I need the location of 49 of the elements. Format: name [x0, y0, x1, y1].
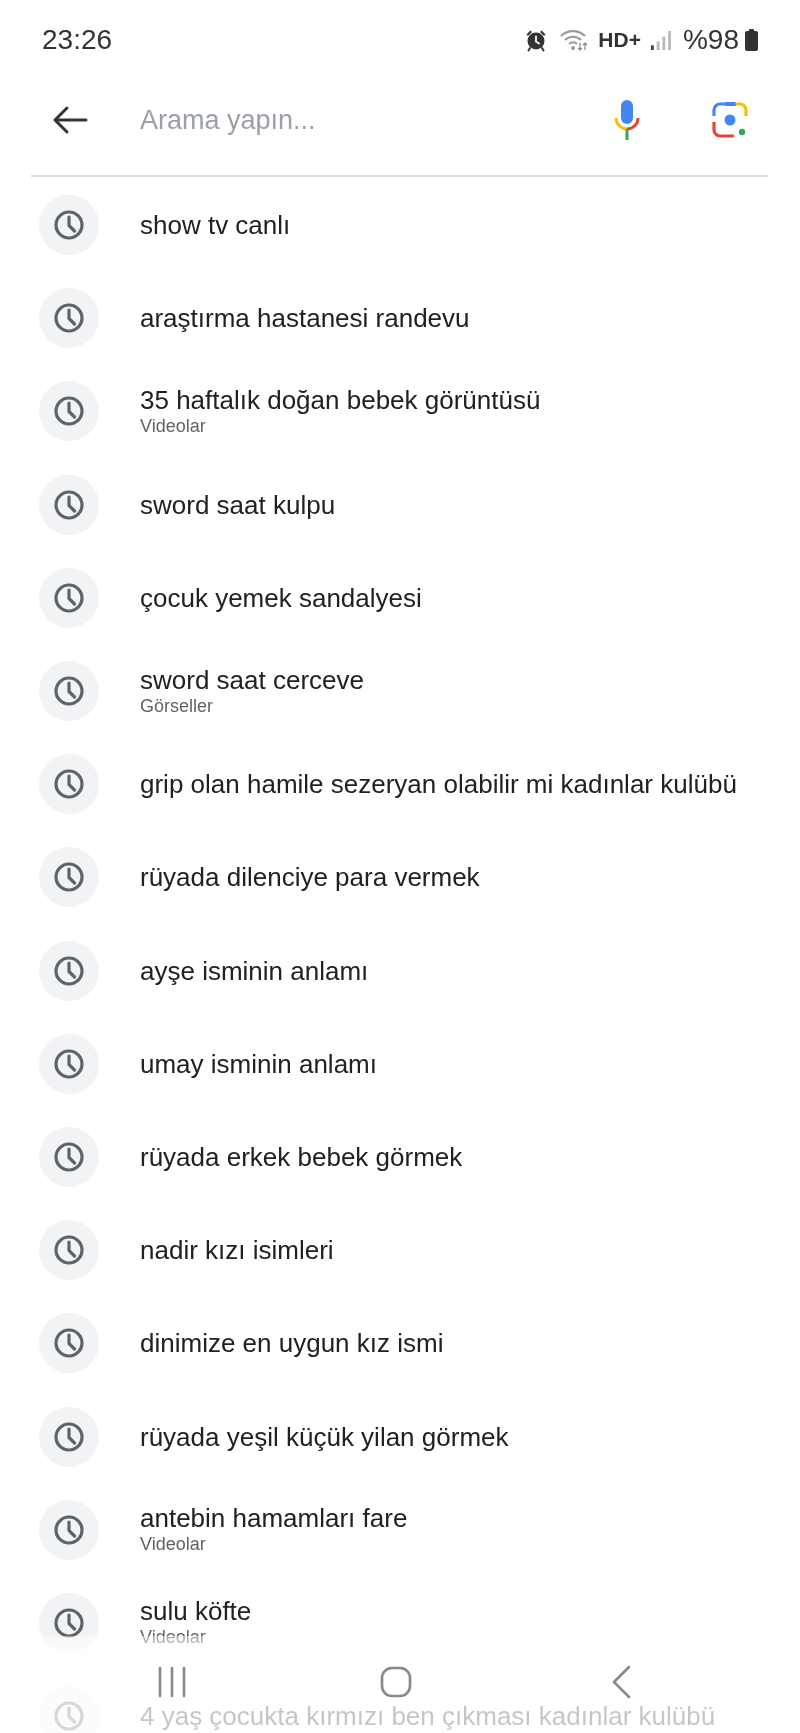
search-field[interactable]: Arama yapın... [140, 100, 590, 140]
search-history-entry[interactable]: ayşe isminin anlamı [140, 955, 369, 986]
clock-time: 23:26 [42, 24, 113, 56]
clock-icon [39, 661, 99, 722]
alarm-clock-icon [524, 28, 549, 52]
clock-icon [39, 1499, 99, 1560]
wifi-icon [560, 29, 589, 51]
search-history-entry[interactable]: antebin hamamları fare [140, 1503, 408, 1534]
search-history-entry[interactable]: dinimize en uygun kız ismi [140, 1328, 444, 1359]
search-history-entry[interactable]: sulu köfte [140, 1596, 252, 1627]
search-history-entry[interactable]: nadir kızı isimleri [140, 1235, 334, 1266]
clock-icon [39, 1313, 99, 1374]
search-history-entry[interactable]: rüyada erkek bebek görmek [140, 1141, 463, 1172]
camera-search-icon[interactable] [712, 102, 748, 138]
hd-voice-indicator: HD+ [598, 28, 641, 52]
search-history-entry[interactable]: umay isminin anlamı [140, 1048, 377, 1079]
result-category: Videolar [140, 1626, 207, 1650]
back-chevron-icon[interactable] [611, 1665, 631, 1699]
clock-icon [39, 1406, 99, 1467]
search-history-entry[interactable]: sword saat cerceve [140, 664, 364, 695]
clock-icon [39, 940, 99, 1001]
search-history-entry[interactable]: grip olan hamile sezeryan olabilir mi kadınlar kulübü [140, 769, 737, 800]
result-category: Videolar [140, 414, 207, 438]
clock-icon [39, 288, 99, 349]
clock-icon [39, 1033, 99, 1094]
search-history-entry[interactable]: rüyada dilenciye para vermek [140, 862, 480, 893]
home-icon[interactable] [380, 1666, 412, 1698]
clock-icon [39, 1126, 99, 1187]
battery-icon [745, 29, 758, 51]
clock-icon [39, 195, 99, 256]
recent-apps-icon[interactable] [157, 1666, 187, 1698]
clock-icon [39, 1220, 99, 1281]
microphone-icon[interactable] [614, 100, 640, 140]
search-history-entry[interactable]: çocuk yemek sandalyesi [140, 582, 422, 613]
clock-icon [39, 847, 99, 908]
search-history-entry[interactable]: rüyada yeşil küçük yilan görmek [140, 1421, 509, 1452]
clock-icon [39, 381, 99, 442]
back-arrow-icon[interactable] [52, 105, 88, 135]
clock-icon [39, 567, 99, 628]
search-history-entry[interactable]: sword saat kulpu [140, 489, 336, 520]
search-history-entry[interactable]: show tv canlı [140, 210, 291, 241]
search-history-entry[interactable]: 35 haftalık doğan bebek görüntüsü [140, 384, 541, 415]
battery-percentage: %98 [682, 24, 739, 56]
result-category: Görseller [140, 694, 215, 718]
signal-icon [649, 29, 671, 51]
clock-icon [39, 474, 99, 535]
search-history-entry[interactable]: araştırma hastanesi randevu [140, 303, 470, 334]
result-category: Videolar [140, 1533, 207, 1557]
clock-icon [39, 754, 99, 815]
